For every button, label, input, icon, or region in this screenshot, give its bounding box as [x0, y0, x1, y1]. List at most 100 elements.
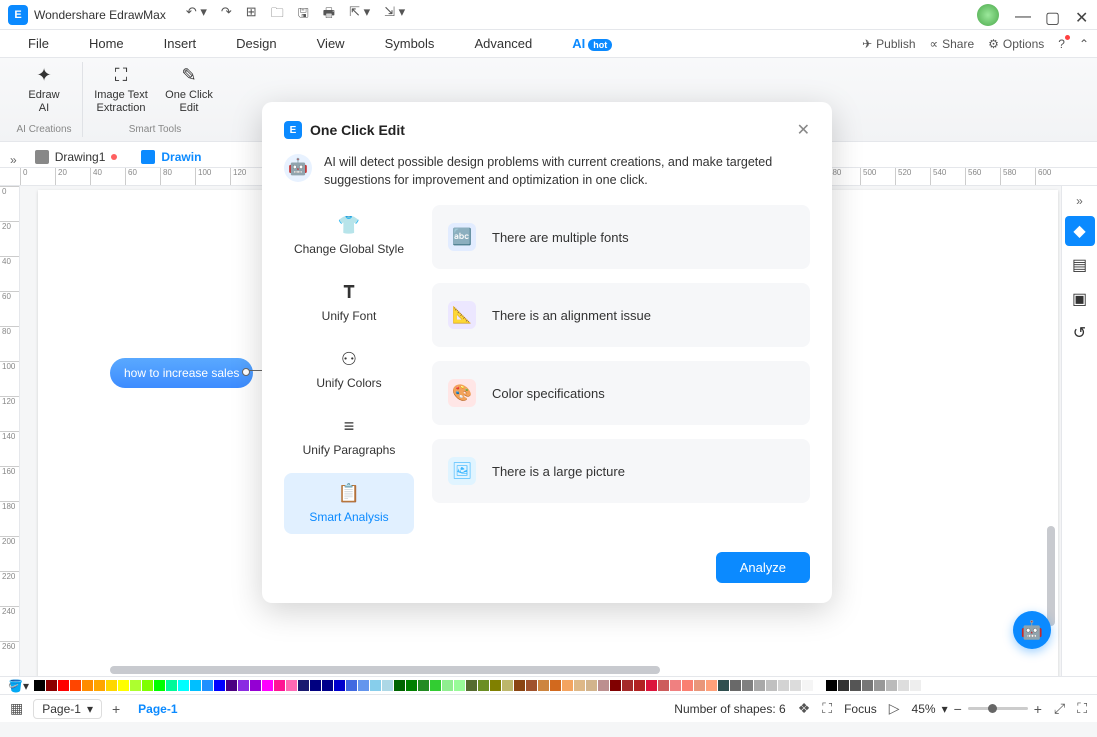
color-swatch[interactable]: [58, 680, 69, 691]
zoom-slider[interactable]: [968, 707, 1028, 710]
color-swatch[interactable]: [658, 680, 669, 691]
color-swatch[interactable]: [202, 680, 213, 691]
close-icon[interactable]: ✕: [1075, 8, 1089, 22]
unify-font-option[interactable]: 𝐓Unify Font: [284, 272, 414, 333]
image-text-extraction-tool[interactable]: ⛶Image Text Extraction: [89, 64, 153, 114]
color-swatch[interactable]: [862, 680, 873, 691]
color-swatch[interactable]: [898, 680, 909, 691]
color-swatch[interactable]: [190, 680, 201, 691]
color-swatch[interactable]: [274, 680, 285, 691]
color-swatch[interactable]: [826, 680, 837, 691]
color-swatch[interactable]: [502, 680, 513, 691]
maximize-icon[interactable]: ▢: [1045, 8, 1059, 22]
issue-item[interactable]: 🖼There is a large picture: [432, 439, 810, 503]
color-swatch[interactable]: [430, 680, 441, 691]
color-swatch[interactable]: [334, 680, 345, 691]
color-swatch[interactable]: [418, 680, 429, 691]
shape-pill[interactable]: how to increase sales: [110, 358, 253, 388]
menu-advanced[interactable]: Advanced: [454, 32, 552, 55]
color-swatch[interactable]: [706, 680, 717, 691]
color-swatch[interactable]: [166, 680, 177, 691]
user-avatar[interactable]: [977, 4, 999, 26]
focus-icon[interactable]: ⛶: [822, 700, 832, 717]
color-swatch[interactable]: [466, 680, 477, 691]
layers-icon[interactable]: ❖: [798, 700, 811, 717]
open-icon[interactable]: 🗀: [271, 4, 284, 26]
color-swatch[interactable]: [358, 680, 369, 691]
page-tab[interactable]: Page-1: [130, 702, 185, 716]
color-swatch[interactable]: [682, 680, 693, 691]
color-swatch[interactable]: [838, 680, 849, 691]
menu-insert[interactable]: Insert: [144, 32, 217, 55]
color-swatch[interactable]: [886, 680, 897, 691]
print-icon[interactable]: 🖶: [323, 4, 335, 26]
color-swatch[interactable]: [730, 680, 741, 691]
page-selector[interactable]: Page-1▾: [33, 699, 102, 719]
zoom-control[interactable]: 45%▾ − +: [912, 701, 1042, 717]
edraw-ai-tool[interactable]: ✦Edraw AI: [12, 64, 76, 114]
color-swatch[interactable]: [238, 680, 249, 691]
collapse-ribbon-icon[interactable]: ⌃: [1079, 37, 1089, 51]
change-global-style-option[interactable]: 👕Change Global Style: [284, 205, 414, 266]
menu-design[interactable]: Design: [216, 32, 296, 55]
color-swatch[interactable]: [46, 680, 57, 691]
color-swatch[interactable]: [226, 680, 237, 691]
color-swatch[interactable]: [766, 680, 777, 691]
color-swatch[interactable]: [514, 680, 525, 691]
play-icon[interactable]: ▷: [889, 700, 900, 717]
menu-view[interactable]: View: [297, 32, 365, 55]
export-icon[interactable]: ⇱ ▾: [349, 4, 370, 26]
page-panel-icon[interactable]: ▤: [1065, 250, 1095, 280]
ai-assistant-fab[interactable]: 🤖: [1013, 611, 1051, 649]
focus-label[interactable]: Focus: [844, 702, 877, 716]
vertical-scrollbar[interactable]: [1047, 186, 1057, 676]
issue-item[interactable]: 🎨Color specifications: [432, 361, 810, 425]
menu-ai[interactable]: AIhot: [552, 32, 632, 55]
menu-file[interactable]: File: [8, 32, 69, 55]
document-tab[interactable]: Drawing1: [23, 147, 130, 167]
color-swatch[interactable]: [850, 680, 861, 691]
color-swatch[interactable]: [874, 680, 885, 691]
dialog-close-icon[interactable]: ✕: [797, 120, 810, 140]
zoom-in-icon[interactable]: +: [1034, 701, 1042, 717]
help-icon[interactable]: ?: [1058, 37, 1065, 51]
color-swatch[interactable]: [370, 680, 381, 691]
color-swatch[interactable]: [754, 680, 765, 691]
color-swatch[interactable]: [910, 680, 921, 691]
color-swatch[interactable]: [442, 680, 453, 691]
color-swatch[interactable]: [478, 680, 489, 691]
grid-icon[interactable]: ▦: [10, 700, 23, 717]
analyze-button[interactable]: Analyze: [716, 552, 810, 583]
paint-bucket-icon[interactable]: 🪣▾: [8, 679, 29, 693]
unify-colors-option[interactable]: ⚇Unify Colors: [284, 339, 414, 400]
color-swatch[interactable]: [802, 680, 813, 691]
minimize-icon[interactable]: —: [1015, 8, 1029, 22]
color-swatch[interactable]: [106, 680, 117, 691]
zoom-out-icon[interactable]: −: [954, 701, 962, 717]
color-swatch[interactable]: [322, 680, 333, 691]
fullscreen-icon[interactable]: ⛶: [1077, 700, 1087, 717]
color-swatch[interactable]: [610, 680, 621, 691]
color-swatch[interactable]: [814, 680, 825, 691]
color-swatch[interactable]: [406, 680, 417, 691]
horizontal-scrollbar[interactable]: [110, 666, 660, 674]
unify-paragraphs-option[interactable]: ≡Unify Paragraphs: [284, 406, 414, 467]
history-panel-icon[interactable]: ↺: [1065, 318, 1095, 348]
color-swatch[interactable]: [574, 680, 585, 691]
color-swatch[interactable]: [82, 680, 93, 691]
color-swatch[interactable]: [634, 680, 645, 691]
color-swatch[interactable]: [490, 680, 501, 691]
fit-page-icon[interactable]: ⤢: [1054, 700, 1065, 717]
smart-analysis-option[interactable]: 📋Smart Analysis: [284, 473, 414, 534]
color-swatch[interactable]: [646, 680, 657, 691]
color-swatch[interactable]: [262, 680, 273, 691]
redo-icon[interactable]: ↷: [221, 4, 232, 26]
issue-item[interactable]: 📐There is an alignment issue: [432, 283, 810, 347]
color-swatch[interactable]: [94, 680, 105, 691]
color-swatch[interactable]: [454, 680, 465, 691]
undo-icon[interactable]: ↶ ▾: [186, 4, 207, 26]
tabs-expand-icon[interactable]: »: [4, 153, 23, 167]
color-swatch[interactable]: [346, 680, 357, 691]
color-swatch[interactable]: [154, 680, 165, 691]
options-button[interactable]: ⚙Options: [988, 37, 1044, 51]
